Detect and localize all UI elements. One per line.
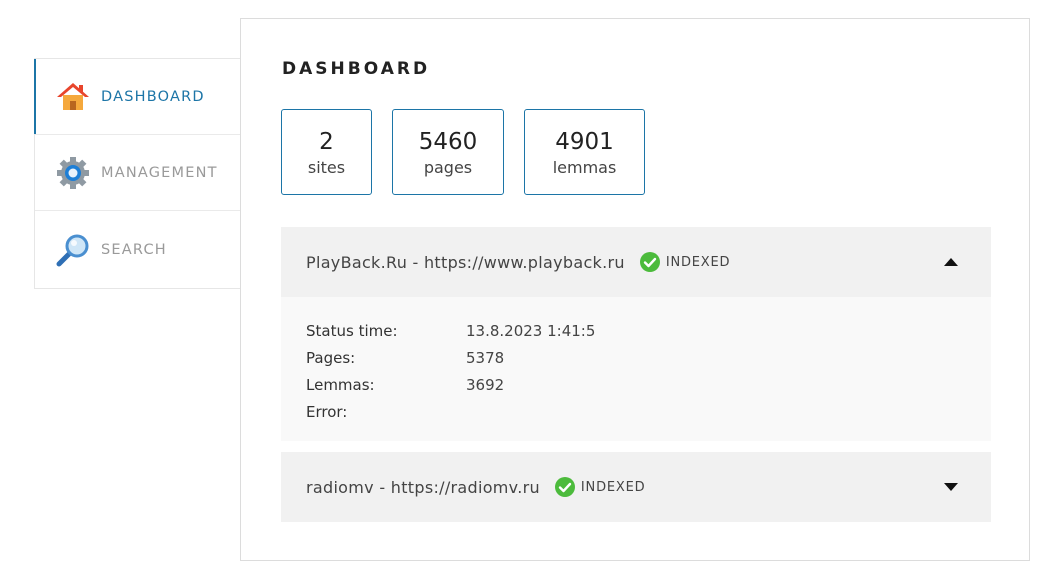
detail-value: 5378	[466, 348, 505, 367]
detail-label: Lemmas:	[306, 375, 375, 394]
gear-icon	[55, 155, 91, 191]
stat-label: lemmas	[552, 157, 617, 177]
detail-label: Error:	[306, 402, 348, 421]
site-details: Status time: 13.8.2023 1:41:5 Pages: 537…	[281, 297, 991, 441]
site-header[interactable]: PlayBack.Ru - https://www.playback.ru IN…	[281, 227, 991, 297]
stat-label: sites	[307, 157, 346, 177]
detail-label: Pages:	[306, 348, 356, 367]
sidebar-item-label: MANAGEMENT	[101, 164, 218, 181]
stat-value: 5460	[418, 128, 478, 155]
detail-row-status-time: Status time: 13.8.2023 1:41:5	[306, 317, 966, 344]
sidebar: DASHBOARD MANAGEMENT SEARCH	[34, 58, 241, 289]
chevron-up-icon[interactable]	[943, 257, 959, 267]
site-title: radiomv - https://radiomv.ru	[306, 477, 540, 497]
home-icon	[55, 79, 91, 115]
status-badge: INDEXED	[639, 252, 731, 272]
stat-card-pages: 5460 pages	[392, 109, 504, 195]
site-panel-radiomv: radiomv - https://radiomv.ru INDEXED	[281, 452, 991, 522]
stat-label: pages	[423, 157, 473, 177]
detail-row-error: Error:	[306, 398, 966, 425]
detail-row-pages: Pages: 5378	[306, 344, 966, 371]
site-header[interactable]: radiomv - https://radiomv.ru INDEXED	[281, 452, 991, 522]
sidebar-item-search[interactable]: SEARCH	[35, 211, 241, 288]
status-badge: INDEXED	[554, 477, 646, 497]
site-panel-playback: PlayBack.Ru - https://www.playback.ru IN…	[281, 227, 991, 441]
check-circle-icon	[639, 252, 660, 272]
detail-row-lemmas: Lemmas: 3692	[306, 371, 966, 398]
sidebar-item-dashboard[interactable]: DASHBOARD	[34, 59, 241, 135]
sidebar-item-label: DASHBOARD	[101, 88, 205, 105]
stat-value: 2	[319, 128, 334, 155]
dashboard-panel: DASHBOARD 2 sites 5460 pages 4901 lemmas…	[240, 18, 1030, 561]
magnifier-icon	[55, 232, 91, 268]
check-circle-icon	[554, 477, 575, 497]
status-text: INDEXED	[665, 254, 731, 270]
detail-label: Status time:	[306, 321, 398, 340]
stat-value: 4901	[555, 128, 614, 155]
page-title: DASHBOARD	[282, 59, 431, 79]
status-text: INDEXED	[580, 479, 646, 495]
sidebar-item-label: SEARCH	[101, 241, 167, 258]
chevron-down-icon[interactable]	[943, 482, 959, 492]
stats-row: 2 sites 5460 pages 4901 lemmas	[281, 109, 645, 195]
stat-card-sites: 2 sites	[281, 109, 372, 195]
site-title: PlayBack.Ru - https://www.playback.ru	[306, 252, 625, 272]
detail-value: 3692	[466, 375, 505, 394]
detail-value: 13.8.2023 1:41:5	[466, 321, 596, 340]
sidebar-item-management[interactable]: MANAGEMENT	[35, 135, 241, 211]
stat-card-lemmas: 4901 lemmas	[524, 109, 645, 195]
